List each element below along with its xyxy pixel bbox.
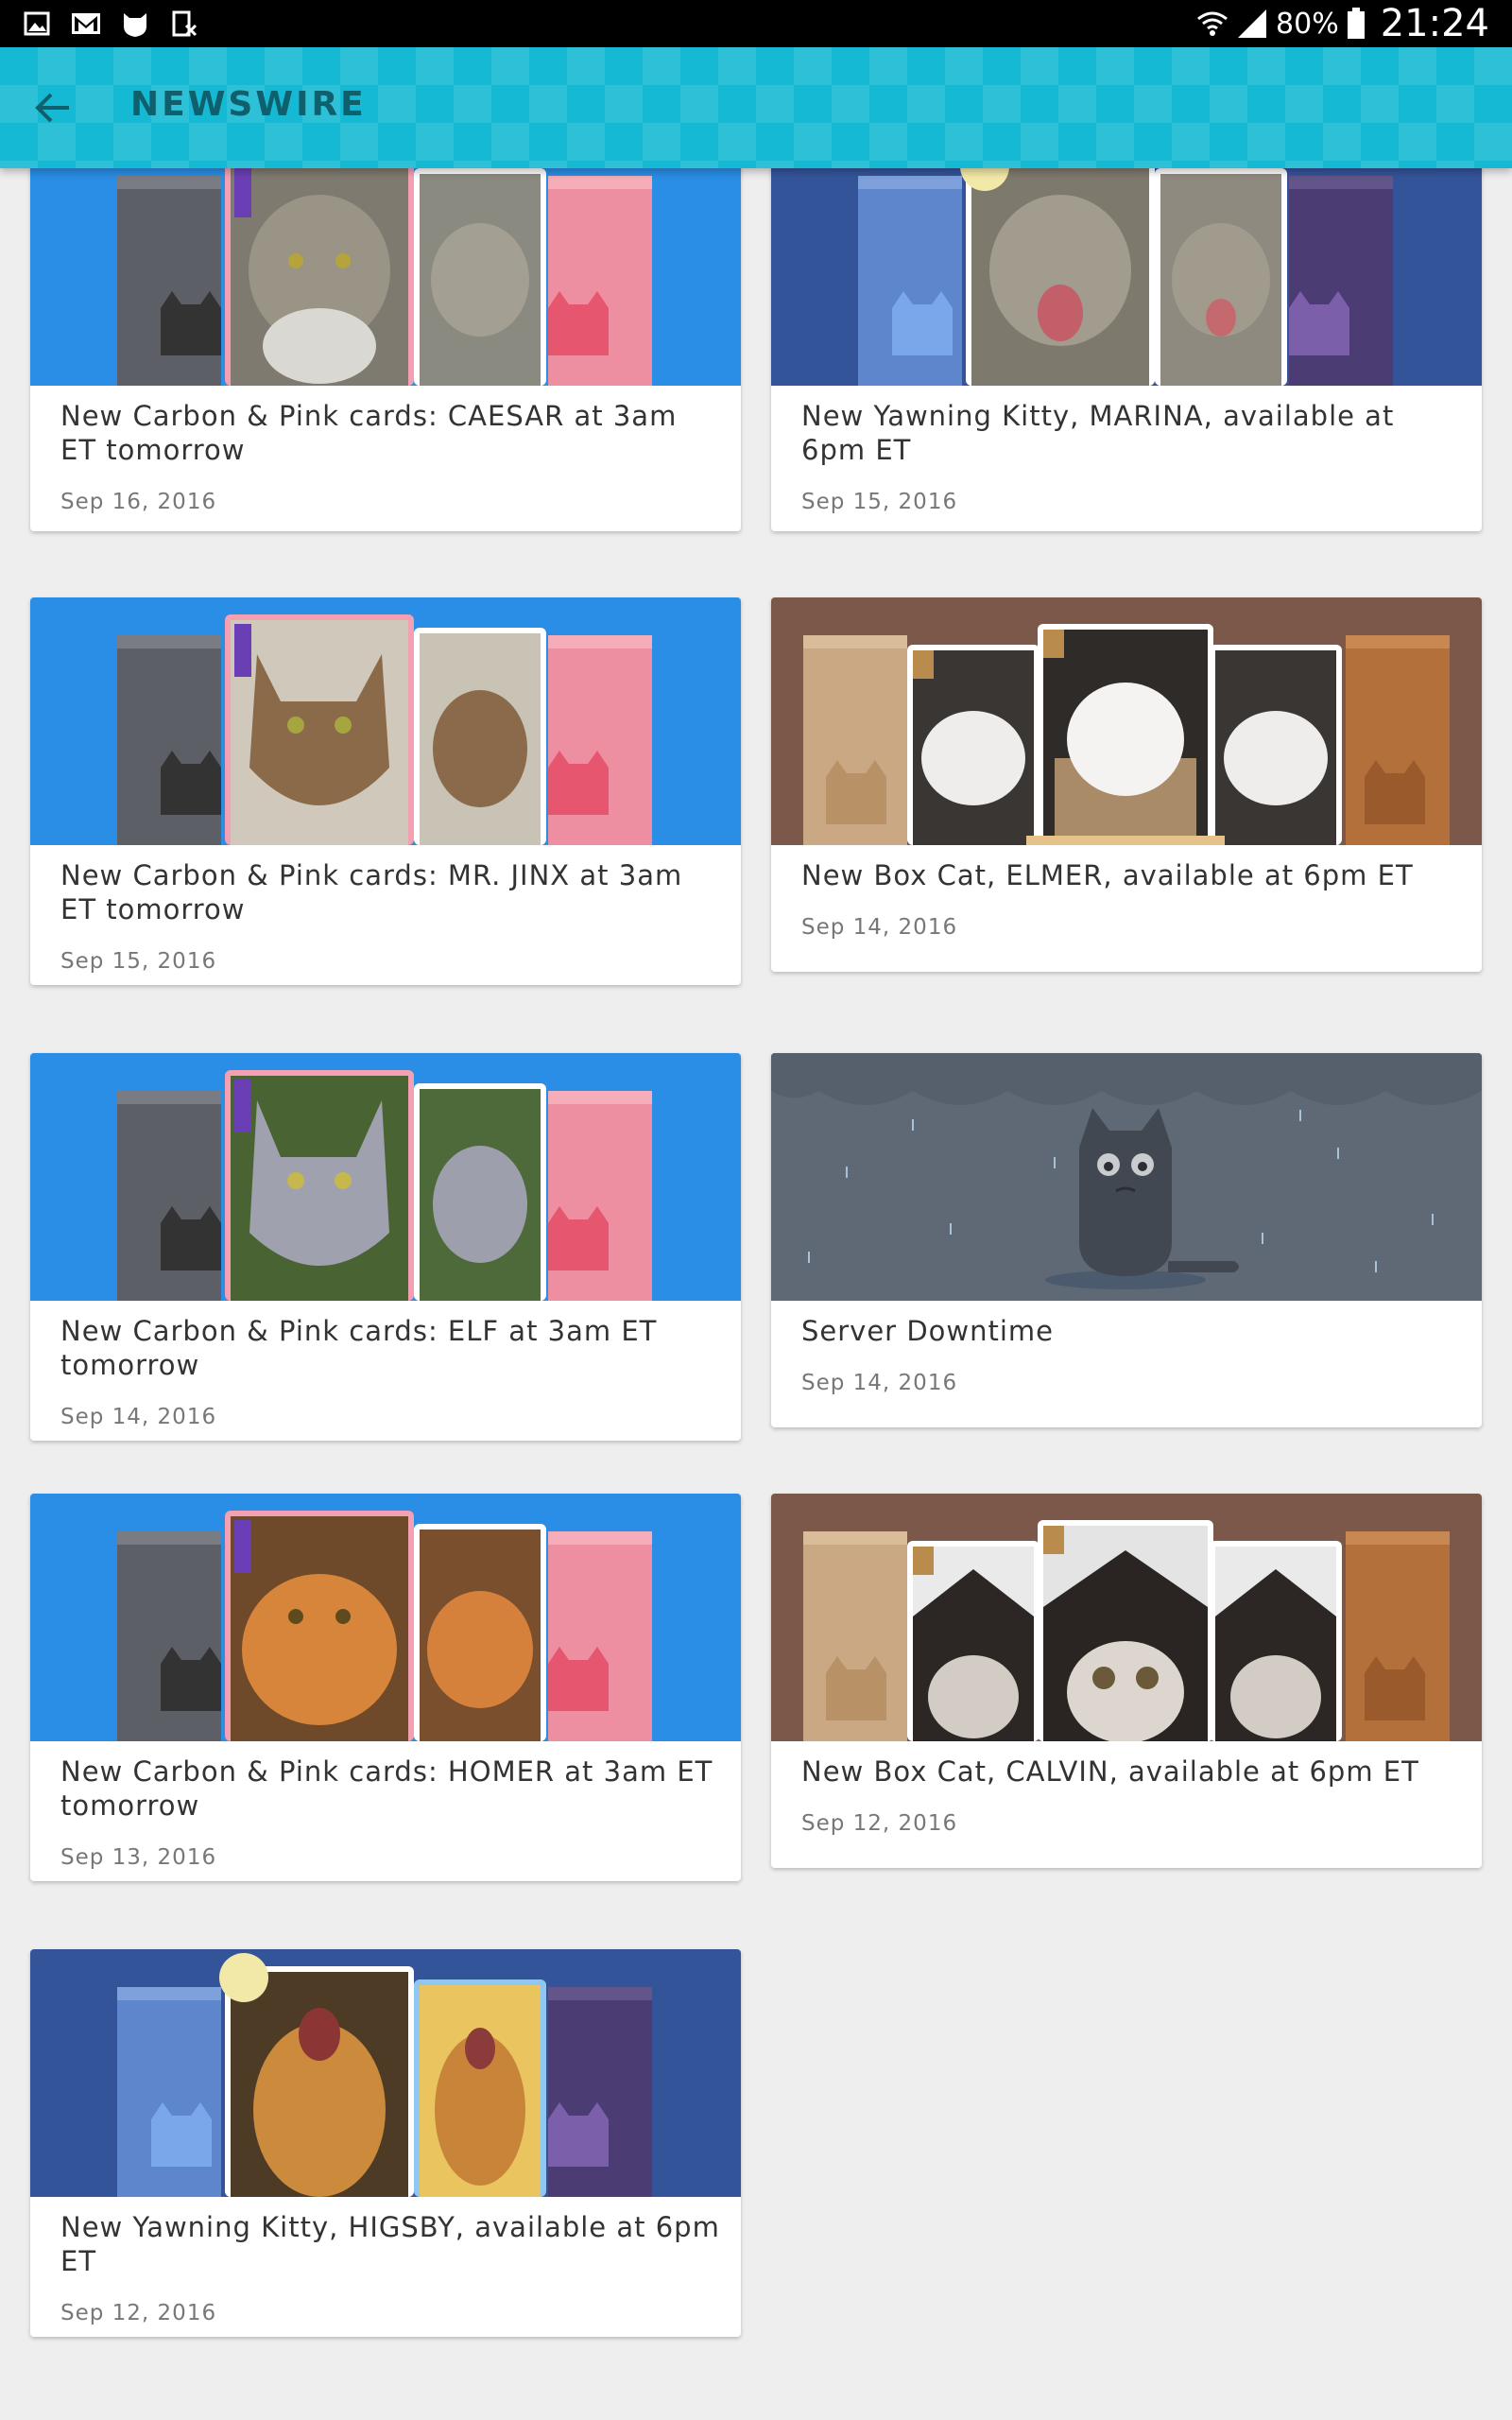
news-title: New Carbon & Pink cards: CAESAR at 3am E…	[60, 400, 678, 466]
back-button[interactable]	[23, 79, 83, 136]
news-card-elmer[interactable]: New Box Cat, ELMER, available at 6pm ET …	[771, 597, 1482, 972]
news-title: New Box Cat, CALVIN, available at 6pm ET	[801, 1755, 1419, 1788]
status-bar: 80% 21:24	[0, 0, 1512, 47]
news-card-image	[30, 168, 741, 386]
news-card-image	[30, 1494, 741, 1741]
battery-icon	[1347, 8, 1366, 40]
gmail-icon	[70, 9, 102, 38]
screenshot-icon	[168, 9, 200, 38]
news-card-image	[771, 1494, 1482, 1741]
news-title: New Box Cat, ELMER, available at 6pm ET	[801, 859, 1414, 891]
news-list: New Carbon & Pink cards: CAESAR at 3am E…	[0, 168, 1512, 2420]
news-date: Sep 15, 2016	[60, 949, 217, 974]
notification-icons	[0, 9, 200, 38]
news-card-server-downtime[interactable]: Server Downtime Sep 14, 2016	[771, 1053, 1482, 1427]
battery-percent: 80%	[1276, 7, 1339, 41]
news-date: Sep 12, 2016	[801, 1811, 958, 1836]
page-title: NEWSWIRE	[130, 85, 367, 124]
news-date: Sep 14, 2016	[60, 1405, 217, 1429]
signal-icon	[1236, 8, 1268, 40]
news-date: Sep 16, 2016	[60, 490, 217, 514]
shield-cat-icon	[119, 9, 151, 38]
news-card-marina[interactable]: New Yawning Kitty, MARINA, available at …	[771, 168, 1482, 531]
wifi-icon	[1196, 8, 1228, 40]
news-card-image	[771, 168, 1482, 386]
news-card-image	[30, 1949, 741, 2197]
news-card-caesar[interactable]: New Carbon & Pink cards: CAESAR at 3am E…	[30, 168, 741, 531]
news-card-mr-jinx[interactable]: New Carbon & Pink cards: MR. JINX at 3am…	[30, 597, 741, 985]
clock: 21:24	[1380, 2, 1489, 45]
app-bar: NEWSWIRE	[0, 47, 1512, 168]
news-title: New Yawning Kitty, HIGSBY, available at …	[60, 2211, 720, 2277]
system-status: 80% 21:24	[1196, 2, 1512, 45]
news-card-elf[interactable]: New Carbon & Pink cards: ELF at 3am ET t…	[30, 1053, 741, 1441]
news-date: Sep 14, 2016	[801, 915, 958, 940]
news-date: Sep 12, 2016	[60, 2301, 217, 2325]
news-title: Server Downtime	[801, 1315, 1055, 1347]
gallery-icon	[21, 9, 53, 38]
news-date: Sep 13, 2016	[60, 1845, 217, 1870]
news-card-image	[30, 597, 741, 845]
news-title: New Yawning Kitty, MARINA, available at …	[801, 400, 1395, 466]
news-date: Sep 15, 2016	[801, 490, 958, 514]
news-card-image	[771, 1053, 1482, 1301]
news-title: New Carbon & Pink cards: ELF at 3am ET t…	[60, 1315, 658, 1381]
arrow-back-icon	[35, 92, 71, 124]
news-card-calvin[interactable]: New Box Cat, CALVIN, available at 6pm ET…	[771, 1494, 1482, 1868]
news-title: New Carbon & Pink cards: HOMER at 3am ET…	[60, 1755, 713, 1822]
news-card-image	[30, 1053, 741, 1301]
news-title: New Carbon & Pink cards: MR. JINX at 3am…	[60, 859, 683, 925]
news-date: Sep 14, 2016	[801, 1371, 958, 1395]
news-card-homer[interactable]: New Carbon & Pink cards: HOMER at 3am ET…	[30, 1494, 741, 1881]
news-card-higsby[interactable]: New Yawning Kitty, HIGSBY, available at …	[30, 1949, 741, 2337]
news-card-image	[771, 597, 1482, 845]
